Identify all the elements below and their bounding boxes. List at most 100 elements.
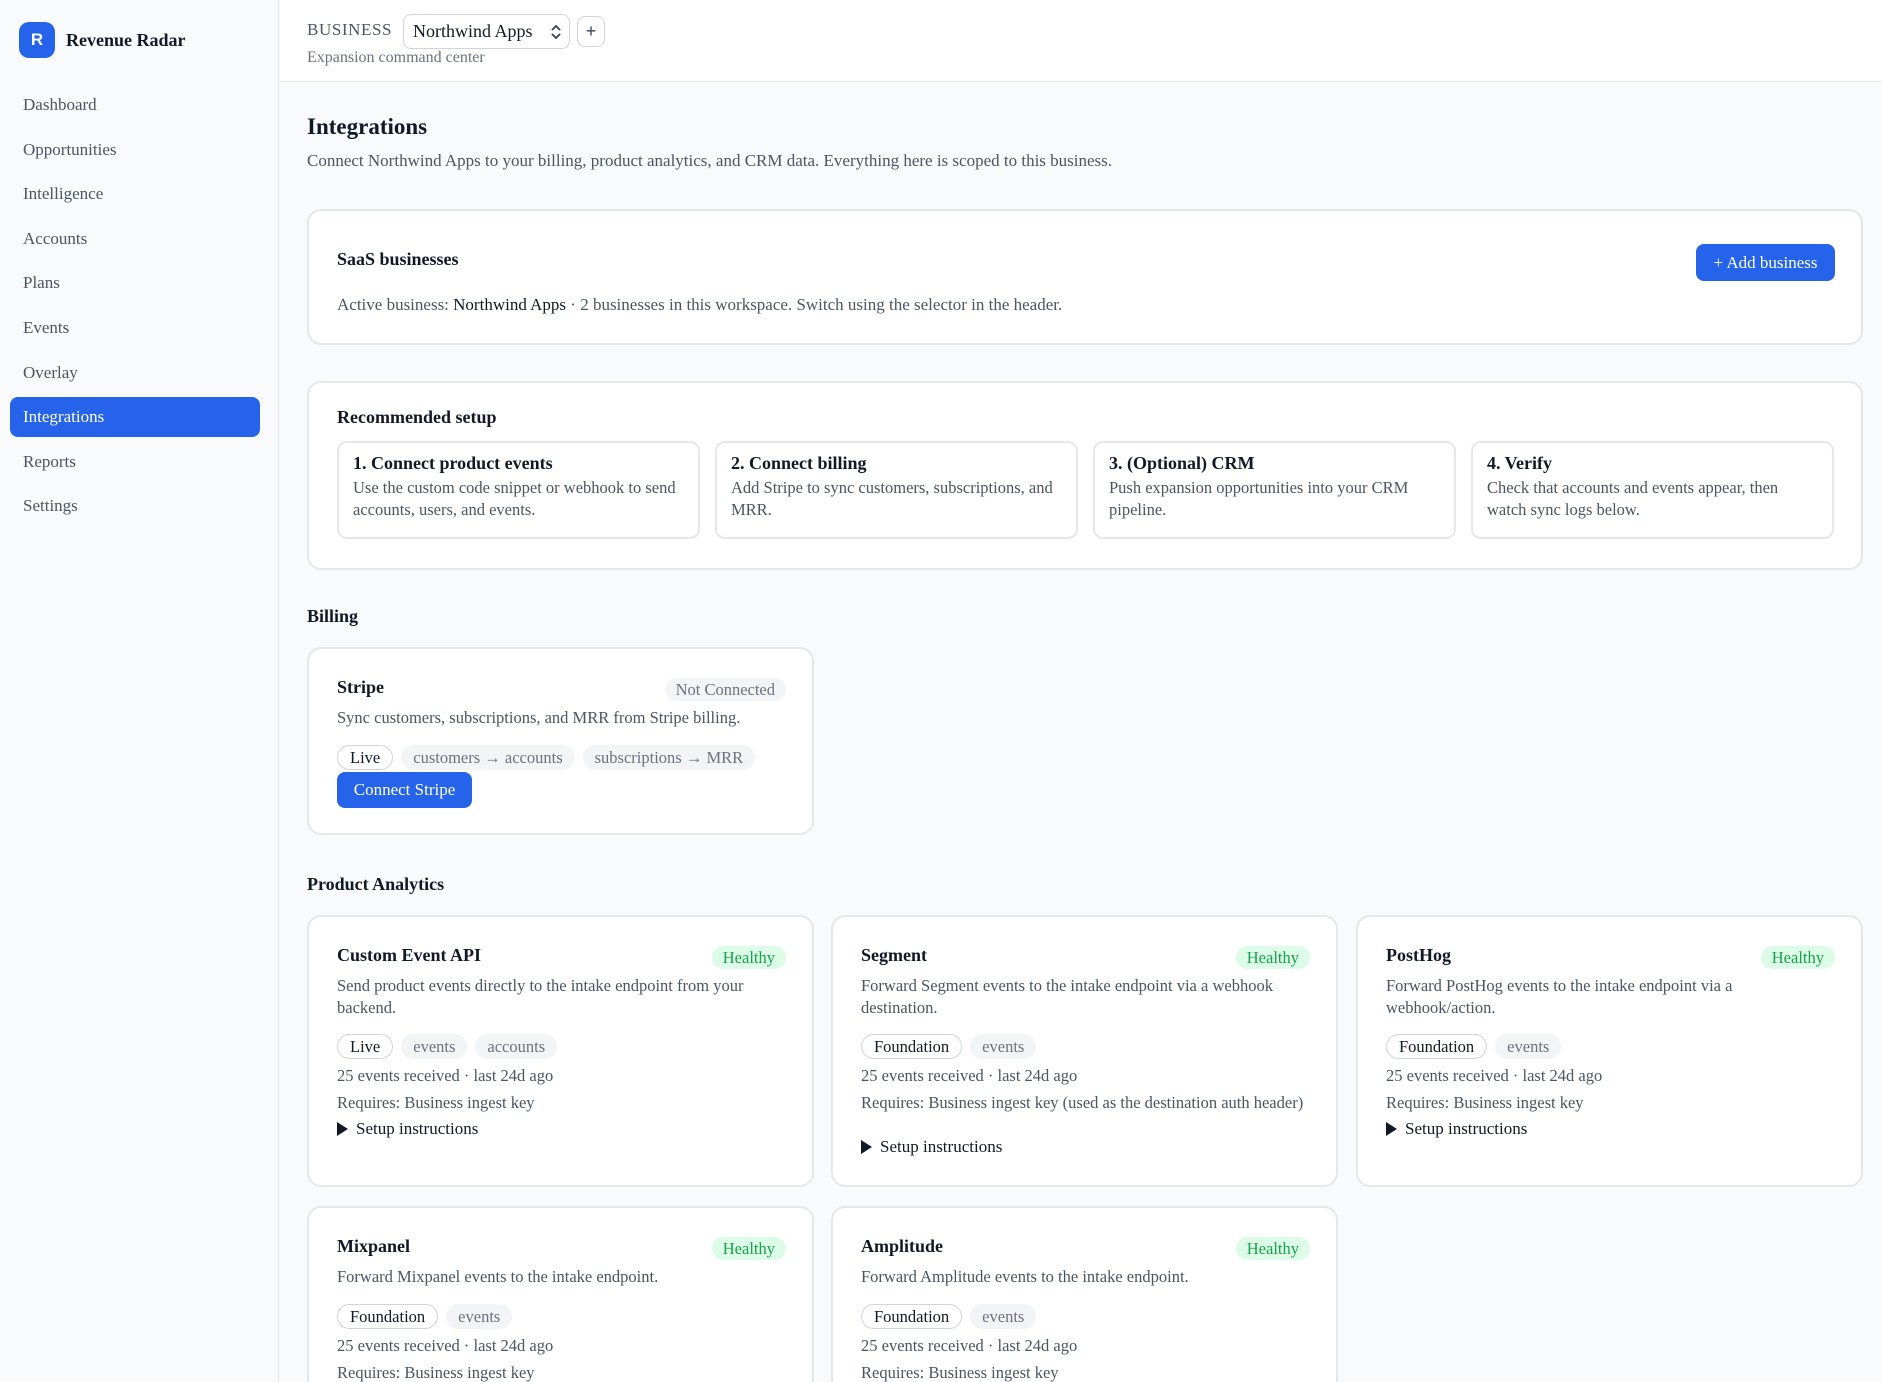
- brand-name: Revenue Radar: [66, 29, 186, 50]
- recommended-setup-card: Recommended setup 1. Connect product eve…: [307, 381, 1863, 570]
- brand[interactable]: R Revenue Radar: [19, 22, 186, 58]
- integration-title: Mixpanel: [337, 1236, 411, 1256]
- saas-card-title: SaaS businesses: [337, 249, 459, 269]
- integration-chips: Foundation events: [337, 1304, 513, 1329]
- add-business-button[interactable]: + Add business: [1696, 244, 1835, 281]
- setup-step-desc: Check that accounts and events appear, t…: [1487, 478, 1779, 519]
- sidebar-item-accounts[interactable]: Accounts: [10, 219, 260, 259]
- saas-businesses-card: SaaS businesses + Add business Active bu…: [307, 209, 1863, 345]
- events-received: 25 events received · last 24d ago: [861, 1066, 1078, 1085]
- page-subtitle: Connect Northwind Apps to your billing, …: [307, 151, 1113, 170]
- add-business-icon-button[interactable]: +: [577, 16, 605, 47]
- header-subtitle: Expansion command center: [307, 49, 485, 66]
- integration-description: Forward PostHog events to the intake end…: [1386, 976, 1733, 1017]
- disclosure-triangle-icon: [861, 1140, 872, 1154]
- events-received: 25 events received · last 24d ago: [337, 1336, 554, 1355]
- integration-description: Forward Amplitude events to the intake e…: [861, 1267, 1189, 1286]
- page-title: Integrations: [307, 114, 428, 139]
- status-badge: Healthy: [1760, 946, 1835, 969]
- billing-section-title: Billing: [307, 606, 359, 626]
- integration-chips: Foundation events: [1386, 1034, 1562, 1059]
- integration-description: Send product events directly to the inta…: [337, 976, 744, 1017]
- sidebar: R Revenue Radar Dashboard Opportunities …: [0, 0, 279, 1382]
- business-selected-value: Northwind Apps: [413, 21, 533, 41]
- sidebar-item-opportunities[interactable]: Opportunities: [10, 130, 260, 170]
- connect-stripe-button[interactable]: Connect Stripe: [337, 772, 472, 808]
- setup-step-desc: Push expansion opportunities into your C…: [1109, 478, 1409, 519]
- integration-title: PostHog: [1386, 945, 1451, 965]
- requirements: Requires: Business ingest key (used as t…: [861, 1093, 1304, 1112]
- sidebar-item-integrations[interactable]: Integrations: [10, 397, 260, 438]
- setup-instructions-label: Setup instructions: [356, 1119, 479, 1138]
- chevron-up-down-icon: [551, 24, 561, 40]
- setup-step: 4. Verify Check that accounts and events…: [1471, 441, 1834, 539]
- integration-description: Forward Segment events to the intake end…: [861, 976, 1273, 1017]
- setup-card-title: Recommended setup: [337, 407, 497, 427]
- disclosure-triangle-icon: [1386, 1122, 1397, 1136]
- stripe-card: Stripe Not Connected Sync customers, sub…: [307, 647, 814, 835]
- events-received: 25 events received · last 24d ago: [861, 1336, 1078, 1355]
- chip: events: [970, 1304, 1037, 1329]
- chip: events: [446, 1304, 513, 1329]
- setup-step: 3. (Optional) CRM Push expansion opportu…: [1093, 441, 1456, 539]
- integration-title: Segment: [861, 945, 927, 965]
- stripe-description: Sync customers, subscriptions, and MRR f…: [337, 708, 741, 727]
- sidebar-item-reports[interactable]: Reports: [10, 442, 260, 482]
- setup-step-title: 3. (Optional) CRM: [1109, 453, 1255, 473]
- brand-logo: R: [19, 22, 55, 58]
- setup-step-desc: Use the custom code snippet or webhook t…: [353, 478, 676, 519]
- setup-step-title: 2. Connect billing: [731, 453, 867, 473]
- integration-card-custom-event-api: Custom Event API Healthy Send product ev…: [307, 915, 814, 1187]
- chip: Foundation: [337, 1304, 439, 1329]
- integration-card-segment: Segment Healthy Forward Segment events t…: [831, 915, 1338, 1187]
- setup-instructions-toggle[interactable]: Setup instructions: [861, 1137, 1002, 1157]
- sidebar-item-overlay[interactable]: Overlay: [10, 353, 260, 393]
- integration-chips: Foundation events: [861, 1034, 1037, 1059]
- chip: accounts: [475, 1034, 558, 1059]
- setup-instructions-toggle[interactable]: Setup instructions: [337, 1119, 478, 1139]
- integration-card-mixpanel: Mixpanel Healthy Forward Mixpanel events…: [307, 1206, 814, 1382]
- product-analytics-section-title: Product Analytics: [307, 874, 445, 894]
- setup-step: 1. Connect product events Use the custom…: [337, 441, 700, 539]
- chip: events: [401, 1034, 468, 1059]
- setup-instructions-toggle[interactable]: Setup instructions: [1386, 1119, 1527, 1139]
- stripe-chips: Live customers → accounts subscriptions …: [337, 745, 756, 770]
- setup-instructions-label: Setup instructions: [1405, 1119, 1528, 1138]
- integration-card-amplitude: Amplitude Healthy Forward Amplitude even…: [831, 1206, 1338, 1382]
- active-business-suffix: · 2 businesses in this workspace. Switch…: [566, 295, 1063, 314]
- integration-chips: Foundation events: [861, 1304, 1037, 1329]
- setup-step-desc: Add Stripe to sync customers, subscripti…: [731, 478, 1053, 519]
- chip: Live: [337, 745, 394, 770]
- status-badge: Healthy: [1235, 946, 1310, 969]
- active-business-name: Northwind Apps: [453, 295, 567, 314]
- setup-instructions-label: Setup instructions: [880, 1137, 1003, 1156]
- chip: customers → accounts: [401, 745, 575, 770]
- requirements: Requires: Business ingest key: [861, 1363, 1059, 1382]
- active-business-text: Active business: Northwind Apps · 2 busi…: [337, 295, 1062, 315]
- integration-description: Forward Mixpanel events to the intake en…: [337, 1267, 659, 1286]
- integration-card-posthog: PostHog Healthy Forward PostHog events t…: [1356, 915, 1863, 1187]
- status-badge: Healthy: [711, 1237, 786, 1260]
- setup-step-title: 1. Connect product events: [353, 453, 553, 473]
- status-badge: Healthy: [711, 946, 786, 969]
- chip: Foundation: [861, 1034, 963, 1059]
- active-business-prefix: Active business:: [337, 295, 454, 314]
- chip: events: [1495, 1034, 1562, 1059]
- status-badge: Not Connected: [664, 678, 786, 701]
- integration-chips: Live events accounts: [337, 1034, 558, 1059]
- sidebar-item-plans[interactable]: Plans: [10, 263, 260, 303]
- sidebar-item-dashboard[interactable]: Dashboard: [10, 85, 260, 125]
- business-selector[interactable]: Northwind Apps: [403, 14, 570, 49]
- sidebar-item-events[interactable]: Events: [10, 308, 260, 348]
- sidebar-item-settings[interactable]: Settings: [10, 486, 260, 526]
- events-received: 25 events received · last 24d ago: [337, 1066, 554, 1085]
- topbar: BUSINESS Northwind Apps + Expansion comm…: [280, 0, 1882, 82]
- setup-step-title: 4. Verify: [1487, 453, 1552, 473]
- integration-title: Amplitude: [861, 1236, 944, 1256]
- chip: Foundation: [861, 1304, 963, 1329]
- sidebar-nav: Dashboard Opportunities Intelligence Acc…: [10, 85, 260, 531]
- events-received: 25 events received · last 24d ago: [1386, 1066, 1603, 1085]
- stripe-title: Stripe: [337, 677, 384, 697]
- business-label: BUSINESS: [307, 20, 393, 39]
- sidebar-item-intelligence[interactable]: Intelligence: [10, 174, 260, 214]
